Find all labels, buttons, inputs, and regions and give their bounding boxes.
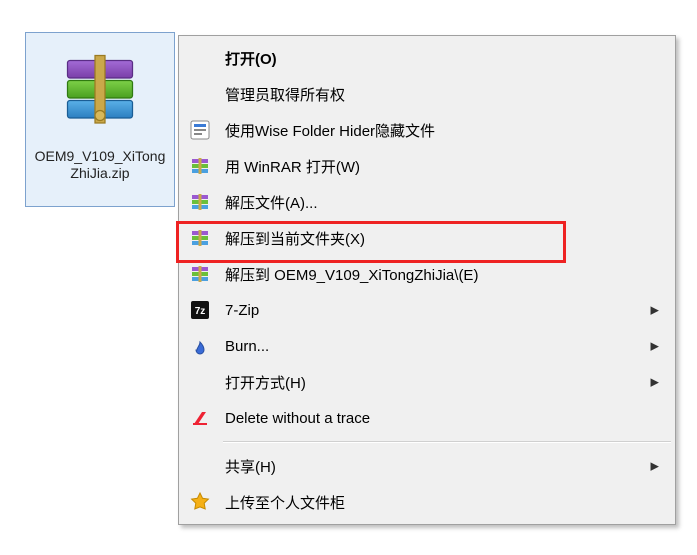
menu-label: 打开方式(H): [219, 372, 649, 393]
seven-zip-icon: 7z: [181, 300, 219, 320]
menu-label: 7-Zip: [219, 302, 649, 319]
star-icon: [181, 492, 219, 512]
burn-icon: [181, 336, 219, 356]
menu-label: 解压到 OEM9_V109_XiTongZhiJia\(E): [219, 264, 649, 285]
menu-extract-to-folder[interactable]: 解压到 OEM9_V109_XiTongZhiJia\(E): [181, 256, 673, 292]
submenu-arrow-icon: ▶: [651, 460, 659, 473]
menu-label: 解压到当前文件夹(X): [219, 228, 649, 249]
menu-label: 使用Wise Folder Hider隐藏文件: [219, 120, 649, 141]
menu-extract-files[interactable]: 解压文件(A)...: [181, 184, 673, 220]
submenu-arrow-icon: ▶: [651, 376, 659, 389]
submenu-arrow-icon: ▶: [651, 304, 659, 317]
menu-7zip[interactable]: 7z 7-Zip ▶: [181, 292, 673, 328]
menu-upload-cabinet[interactable]: 上传至个人文件柜: [181, 484, 673, 520]
menu-label: 用 WinRAR 打开(W): [219, 156, 649, 177]
menu-open[interactable]: 打开(O): [181, 40, 673, 76]
menu-label: 管理员取得所有权: [219, 84, 649, 105]
menu-label: 上传至个人文件柜: [219, 492, 649, 513]
submenu-arrow-icon: ▶: [651, 340, 659, 353]
menu-label: Delete without a trace: [219, 410, 649, 427]
menu-open-with[interactable]: 打开方式(H) ▶: [181, 364, 673, 400]
winrar-icon: [181, 156, 219, 176]
menu-delete-without-trace[interactable]: Delete without a trace: [181, 400, 673, 436]
menu-separator: [223, 441, 671, 443]
winrar-icon: [181, 264, 219, 284]
winrar-icon: [181, 192, 219, 212]
wise-folder-icon: [181, 120, 219, 140]
menu-label: 共享(H): [219, 456, 649, 477]
menu-label: 解压文件(A)...: [219, 192, 649, 213]
archive-file-icon: [60, 48, 140, 133]
menu-label: 打开(O): [219, 48, 649, 69]
file-item[interactable]: OEM9_V109_XiTongZhiJia.zip: [25, 32, 175, 207]
menu-label: Burn...: [219, 338, 649, 355]
menu-burn[interactable]: Burn... ▶: [181, 328, 673, 364]
menu-wise-folder-hider[interactable]: 使用Wise Folder Hider隐藏文件: [181, 112, 673, 148]
menu-extract-here[interactable]: 解压到当前文件夹(X): [181, 220, 673, 256]
file-name-label: OEM9_V109_XiTongZhiJia.zip: [26, 148, 174, 182]
context-menu: 打开(O) 管理员取得所有权 使用Wise Folder Hider隐藏文件 用…: [178, 35, 676, 525]
menu-winrar-open[interactable]: 用 WinRAR 打开(W): [181, 148, 673, 184]
menu-share[interactable]: 共享(H) ▶: [181, 448, 673, 484]
delete-trace-icon: [181, 408, 219, 428]
winrar-icon: [181, 228, 219, 248]
menu-admin-ownership[interactable]: 管理员取得所有权: [181, 76, 673, 112]
svg-text:7z: 7z: [195, 306, 206, 317]
